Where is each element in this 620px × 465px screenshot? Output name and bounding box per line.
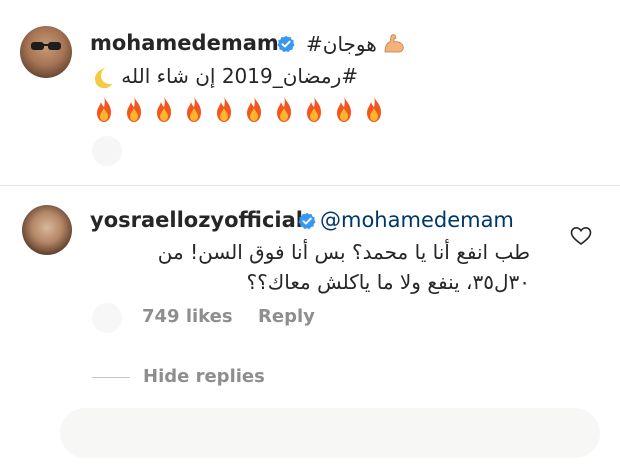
fire-icon xyxy=(307,96,321,122)
caption-ramadan-line: #رمضان_2019 إن شاء الله xyxy=(121,64,358,88)
blurred-area xyxy=(60,408,600,458)
fire-icon xyxy=(337,96,351,122)
faded-placeholder xyxy=(92,303,122,333)
fire-icon xyxy=(277,96,291,122)
post-author-avatar[interactable] xyxy=(20,26,72,78)
faded-placeholder xyxy=(92,136,122,166)
heart-outline-icon[interactable] xyxy=(570,226,592,246)
fire-emoji-row xyxy=(92,95,386,123)
fire-icon xyxy=(97,96,111,122)
sunglasses-graphic xyxy=(31,42,61,50)
comment-mention-link[interactable]: @mohamedemam xyxy=(320,208,514,232)
comment-author-avatar[interactable] xyxy=(22,205,72,255)
hide-replies-button[interactable]: Hide replies xyxy=(143,366,265,387)
comment-author-username[interactable]: yosraellozyofficial xyxy=(90,208,303,232)
fire-icon xyxy=(187,96,201,122)
fire-icon xyxy=(127,96,141,122)
fire-icon xyxy=(247,96,261,122)
reply-button[interactable]: Reply xyxy=(258,306,315,327)
comment-text-line2: ٣٠ل٣٥، ينفع ولا ما ياكلش معاك؟؟ xyxy=(246,270,530,294)
caption-hashtag[interactable]: هوجان# xyxy=(306,32,377,56)
verified-badge-icon xyxy=(298,212,316,229)
fire-icon xyxy=(367,96,381,122)
divider xyxy=(0,185,620,186)
verified-badge-icon xyxy=(277,35,295,52)
comment-text-line1: طب انفع أنا يا محمد؟ بس أنا فوق السن! من xyxy=(157,240,530,264)
comment-likes-count[interactable]: 749 likes xyxy=(142,306,233,327)
fire-icon xyxy=(217,96,231,122)
fire-icon xyxy=(157,96,171,122)
flexed-biceps-icon xyxy=(384,34,404,53)
post-author-username[interactable]: mohamedemam xyxy=(90,31,279,55)
hide-replies-line xyxy=(92,377,130,378)
